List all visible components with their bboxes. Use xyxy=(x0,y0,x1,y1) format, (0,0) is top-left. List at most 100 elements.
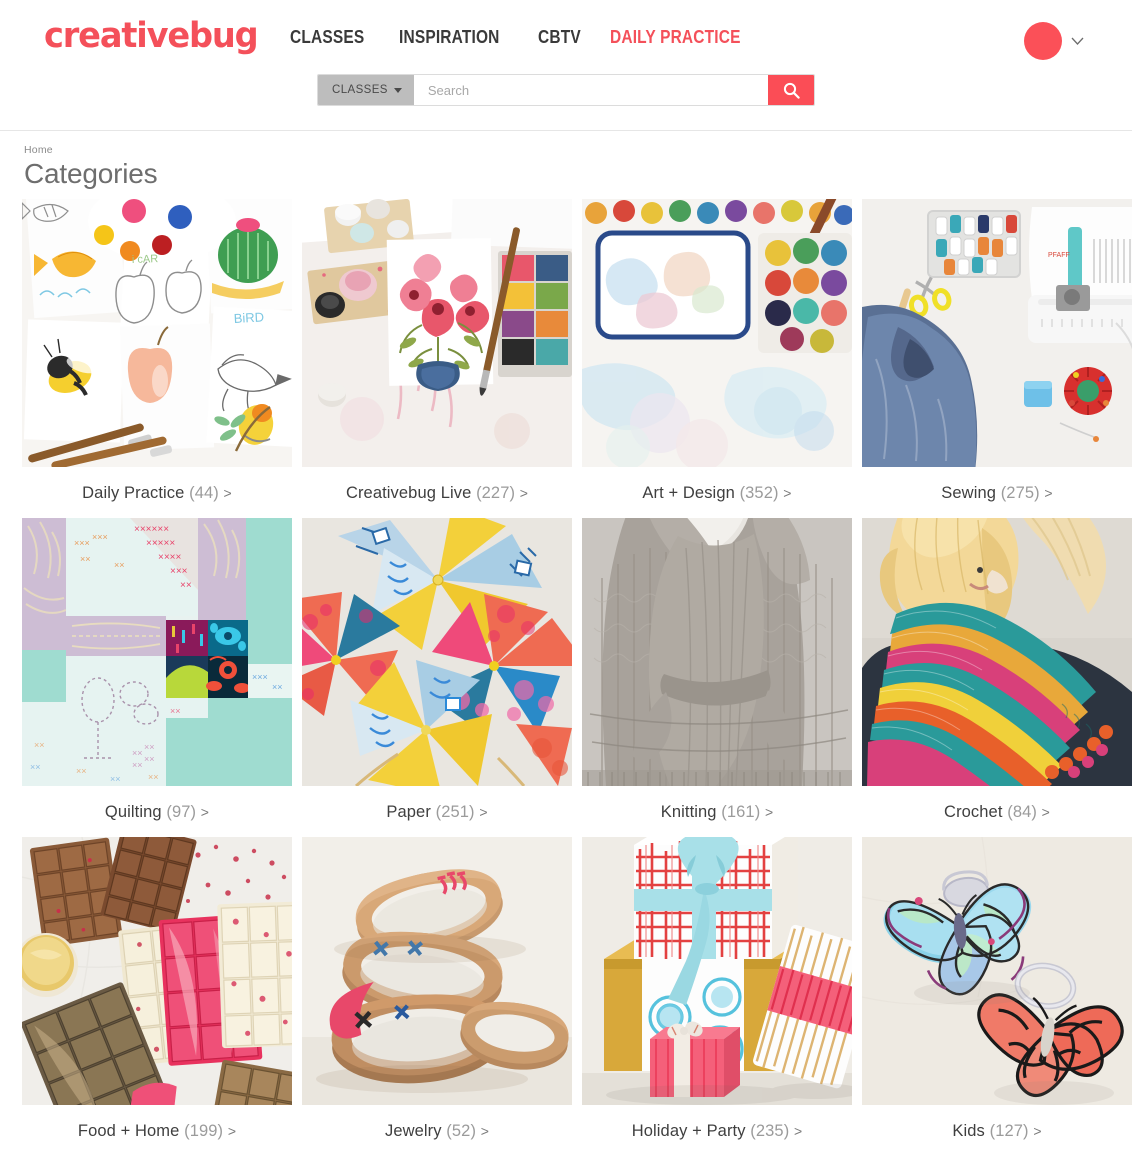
chevron-down-icon[interactable] xyxy=(1071,37,1084,45)
category-name: Knitting xyxy=(660,802,717,821)
category-link[interactable]: Sewing (275) > xyxy=(862,467,1132,518)
leather-bracelets-image[interactable] xyxy=(302,836,572,1105)
chevron-right-icon: > xyxy=(479,803,488,820)
chevron-right-icon: > xyxy=(200,803,210,820)
category-name: Sewing xyxy=(941,483,997,502)
page-title: Categories xyxy=(24,158,158,189)
chevron-right-icon: > xyxy=(783,484,792,501)
category-tile: Art + Design (352) > xyxy=(582,198,852,518)
primary-nav-row: creativebug CLASSES INSPIRATION CBTV DAI… xyxy=(0,0,1132,72)
patchwork-quilt-block-image[interactable]: ××× ××× ×× ×× ×××××× ××××× ×××× ××× ×× ×… xyxy=(22,517,292,786)
chevron-right-icon: > xyxy=(519,484,529,501)
sewing-machine-denim-image[interactable]: PFAFF xyxy=(862,198,1132,467)
category-count: (227) xyxy=(476,483,516,502)
site-logo[interactable]: creativebug xyxy=(44,18,259,54)
category-link[interactable]: Art + Design (352) > xyxy=(582,467,852,518)
category-tile: Kids (127) > xyxy=(862,836,1132,1152)
category-tile: Paper (251) > xyxy=(302,517,572,837)
svg-text:××: ×× xyxy=(144,742,155,752)
category-count: (44) xyxy=(189,483,219,502)
category-tile: PFAFF Sewing (275) > xyxy=(862,198,1132,518)
chevron-right-icon: > xyxy=(764,803,774,820)
grey-knit-cardigan-image[interactable] xyxy=(582,517,852,786)
category-count: (251) xyxy=(435,802,475,821)
svg-text:××: ×× xyxy=(110,774,121,784)
category-name: Crochet xyxy=(944,802,1003,821)
svg-text:×××: ××× xyxy=(170,566,188,577)
category-count: (275) xyxy=(1000,483,1040,502)
category-tile: Knitting (161) > xyxy=(582,517,852,837)
chevron-right-icon: > xyxy=(480,1122,490,1139)
svg-text:××: ×× xyxy=(30,762,41,772)
nav-link-inspiration[interactable]: INSPIRATION xyxy=(399,27,500,48)
chocolate-bars-image[interactable] xyxy=(22,836,292,1105)
paper-pinwheels-image[interactable] xyxy=(302,517,572,786)
category-link[interactable]: Jewelry (52) > xyxy=(302,1105,572,1152)
category-link[interactable]: Food + Home (199) > xyxy=(22,1105,292,1152)
search-box: CLASSES xyxy=(317,74,815,106)
category-name: Paper xyxy=(386,802,431,821)
search-row: CLASSES xyxy=(0,74,1132,106)
svg-text:×××: ××× xyxy=(92,532,108,542)
svg-text:i cAR: i cAR xyxy=(132,253,159,266)
chevron-right-icon: > xyxy=(227,1122,237,1139)
search-submit-button[interactable] xyxy=(768,75,814,105)
category-name: Jewelry xyxy=(384,1121,442,1140)
category-name: Kids xyxy=(952,1121,985,1140)
chevron-right-icon: > xyxy=(1044,484,1053,501)
nav-link-classes[interactable]: CLASSES xyxy=(290,27,364,48)
svg-text:××: ×× xyxy=(34,740,45,750)
category-count: (127) xyxy=(989,1121,1029,1140)
category-name: Creativebug Live xyxy=(345,483,472,502)
svg-text:×××: ××× xyxy=(74,538,90,548)
category-tile: BiRD i cAR Daily Practice (44) > xyxy=(22,198,292,518)
category-name: Food + Home xyxy=(77,1121,180,1140)
breadcrumb-home[interactable]: Home xyxy=(24,144,53,156)
category-count: (235) xyxy=(750,1121,790,1140)
wrapped-gift-boxes-image[interactable] xyxy=(582,836,852,1105)
svg-text:××: ×× xyxy=(272,682,283,692)
category-link[interactable]: Paper (251) > xyxy=(302,786,572,837)
svg-text:BiRD: BiRD xyxy=(233,309,264,326)
svg-text:××: ×× xyxy=(144,754,155,764)
floral-painting-palette-image[interactable] xyxy=(302,198,572,467)
avatar[interactable] xyxy=(1024,22,1062,60)
svg-text:××: ×× xyxy=(180,580,192,591)
category-link[interactable]: Crochet (84) > xyxy=(862,786,1132,837)
nav-link-cbtv[interactable]: CBTV xyxy=(538,27,581,48)
search-scope-dropdown[interactable]: CLASSES xyxy=(318,75,414,105)
category-link[interactable]: Creativebug Live (227) > xyxy=(302,467,572,518)
svg-text:×××: ××× xyxy=(252,672,268,682)
svg-text:××××××: ×××××× xyxy=(134,524,169,535)
svg-text:××: ×× xyxy=(114,560,125,570)
watercolor-tray-brush-image[interactable] xyxy=(582,198,852,467)
category-link[interactable]: Holiday + Party (235) > xyxy=(582,1105,852,1152)
watercolor-illustrations-image[interactable]: BiRD i cAR xyxy=(22,198,292,467)
category-name: Daily Practice xyxy=(82,483,185,502)
category-count: (199) xyxy=(184,1121,224,1140)
category-count: (84) xyxy=(1007,802,1037,821)
category-link[interactable]: Daily Practice (44) > xyxy=(22,467,292,518)
category-tile: Crochet (84) > xyxy=(862,517,1132,837)
category-tile: Creativebug Live (227) > xyxy=(302,198,572,518)
svg-text:××: ×× xyxy=(80,554,91,564)
category-count: (352) xyxy=(739,483,779,502)
svg-text:××××: ×××× xyxy=(158,552,182,563)
svg-text:×××××: ××××× xyxy=(146,538,175,549)
svg-text:××: ×× xyxy=(132,760,143,770)
category-link[interactable]: Kids (127) > xyxy=(862,1105,1132,1152)
category-count: (97) xyxy=(166,802,197,821)
svg-text:××: ×× xyxy=(148,772,159,782)
svg-text:××: ×× xyxy=(170,706,181,716)
nav-link-daily-practice[interactable]: DAILY PRACTICE xyxy=(610,27,741,48)
category-count: (161) xyxy=(721,802,761,821)
svg-text:××: ×× xyxy=(132,748,143,758)
category-link[interactable]: Knitting (161) > xyxy=(582,786,852,837)
category-tile: Holiday + Party (235) > xyxy=(582,836,852,1152)
crochet-striped-shawl-image[interactable] xyxy=(862,517,1132,786)
search-input[interactable] xyxy=(413,75,768,105)
category-tile: Jewelry (52) > xyxy=(302,836,572,1152)
account-menu[interactable] xyxy=(1024,22,1084,60)
category-link[interactable]: Quilting (97) > xyxy=(22,786,292,837)
butterfly-rings-image[interactable] xyxy=(862,836,1132,1105)
